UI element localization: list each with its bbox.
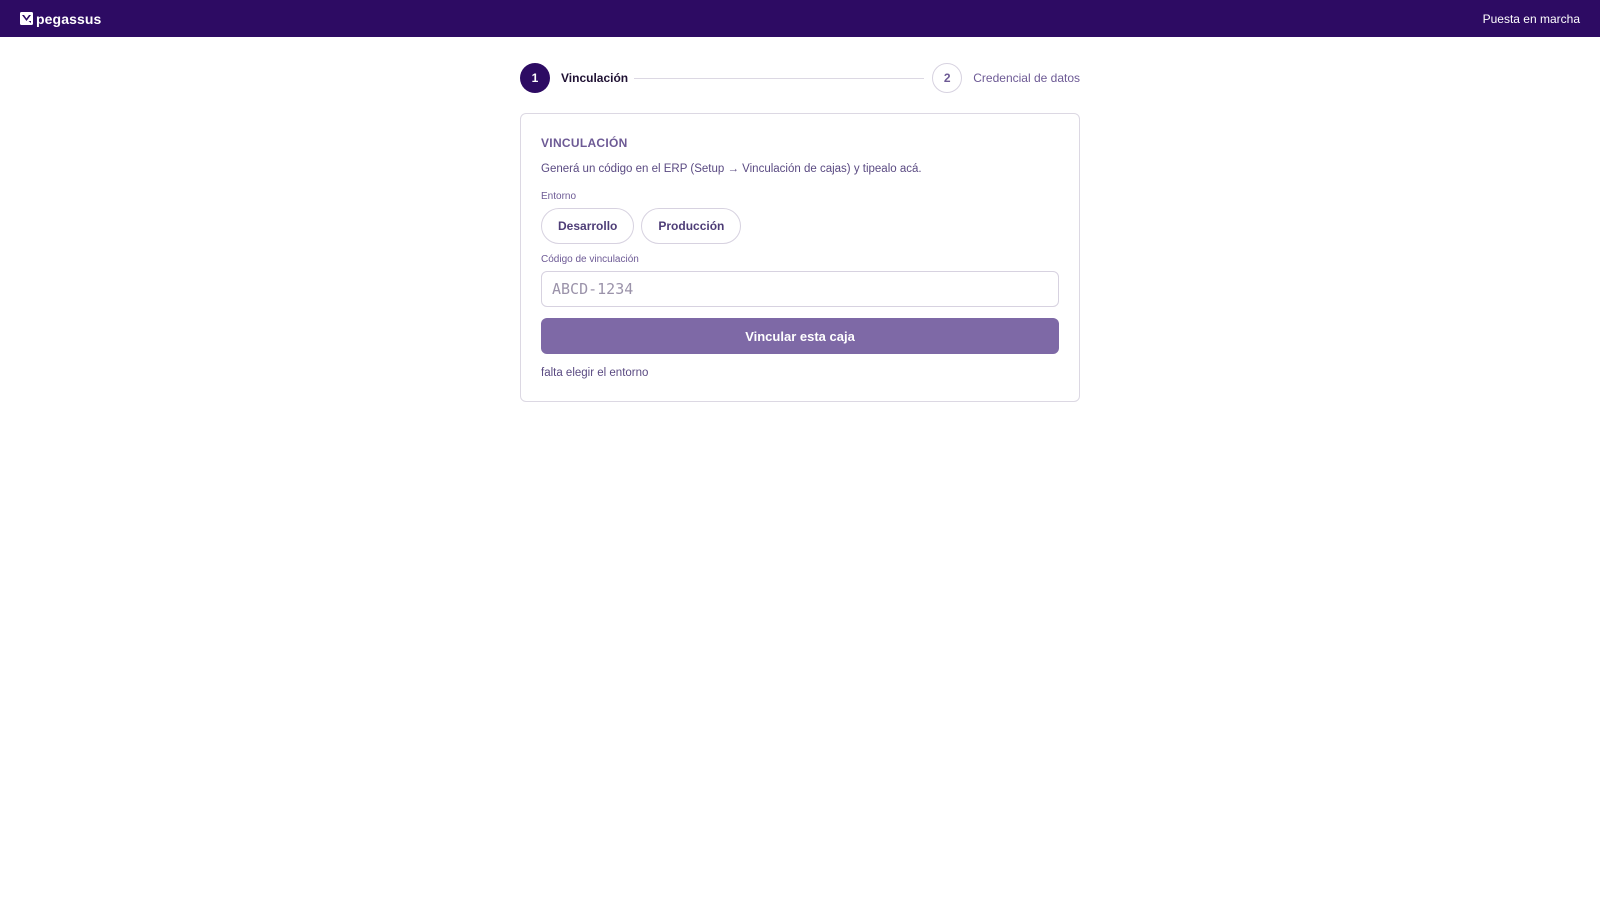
code-label: Código de vinculación bbox=[541, 254, 639, 265]
step-vinculacion: 1 Vinculación bbox=[520, 63, 628, 93]
brand-name: pegassus bbox=[36, 10, 102, 27]
env-option-produccion[interactable]: Producción bbox=[641, 208, 742, 244]
env-label: Entorno bbox=[541, 191, 577, 202]
top-bar: pegassus Puesta en marcha bbox=[0, 0, 1600, 37]
vinculacion-card: VINCULACIÓN Generá un código en el ERP (… bbox=[520, 113, 1080, 402]
step-credencial: 2 Credencial de datos bbox=[932, 63, 1080, 93]
step-connector bbox=[634, 78, 924, 79]
env-option-desarrollo[interactable]: Desarrollo bbox=[541, 208, 635, 244]
pegassus-logo-icon bbox=[20, 12, 33, 25]
validation-hint: falta elegir el entorno bbox=[541, 367, 649, 379]
step-label-2: Credencial de datos bbox=[973, 71, 1080, 85]
stepper: 1 Vinculación 2 Credencial de datos bbox=[520, 63, 1080, 93]
step-number-1: 1 bbox=[520, 63, 550, 93]
link-box-button[interactable]: Vincular esta caja bbox=[541, 318, 1059, 354]
brand[interactable]: pegassus bbox=[20, 11, 101, 27]
card-description: Generá un código en el ERP (Setup → Vinc… bbox=[541, 163, 922, 175]
env-options: Desarrollo Producción bbox=[541, 208, 742, 244]
page-context-label: Puesta en marcha bbox=[1482, 11, 1580, 26]
code-input[interactable] bbox=[541, 271, 1059, 307]
card-title: VINCULACIÓN bbox=[541, 136, 628, 150]
step-label-1: Vinculación bbox=[561, 71, 629, 85]
step-number-2: 2 bbox=[932, 63, 963, 93]
